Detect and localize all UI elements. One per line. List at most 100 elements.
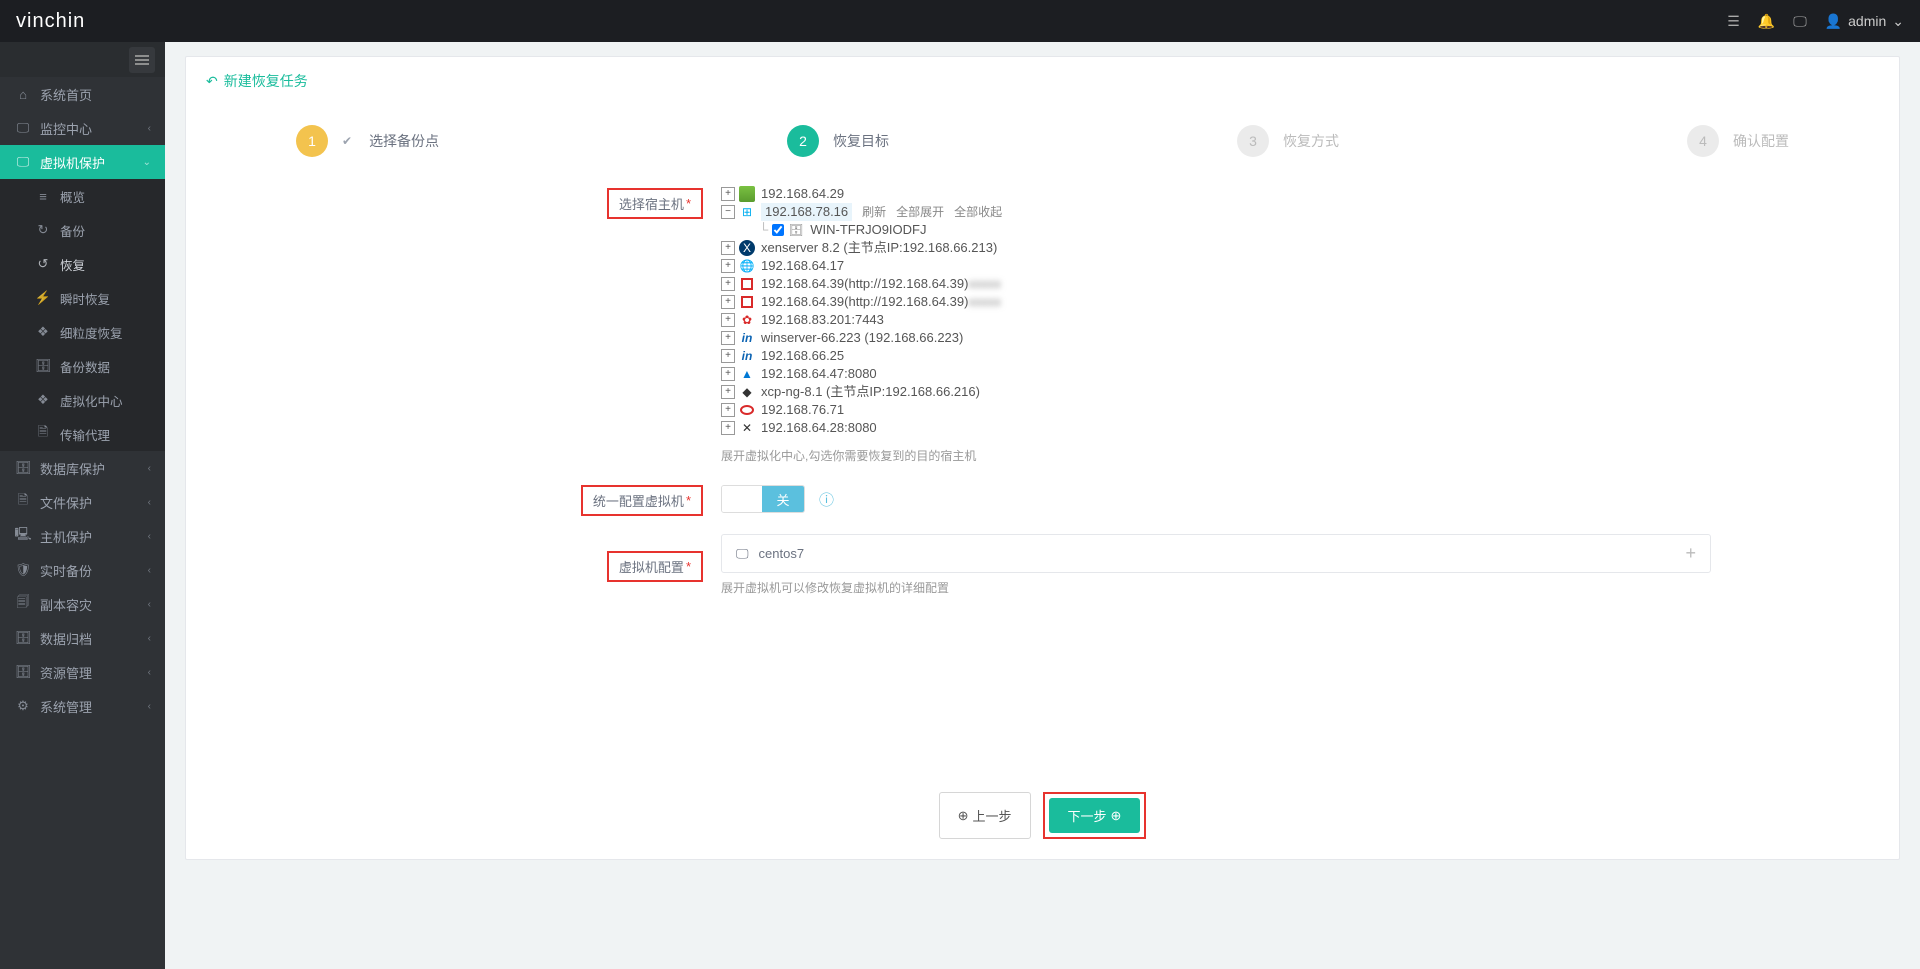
nav-label: 文件保护 — [40, 493, 92, 512]
monitor-icon: 🖵 — [14, 120, 32, 136]
tree-label: 192.168.64.29 — [761, 185, 844, 203]
step-4[interactable]: 4 确认配置 — [1687, 125, 1789, 157]
nav-monitor[interactable]: 🖵 监控中心 ‹ — [0, 111, 165, 145]
nav-vm-protect[interactable]: 🖵 虚拟机保护 ⌄ — [0, 145, 165, 179]
tree-node[interactable]: ✕192.168.64.28:8080 — [721, 419, 1539, 437]
tree-node[interactable]: ◆xcp-ng-8.1 (主节点IP:192.168.66.216) — [721, 383, 1539, 401]
red-icon — [739, 402, 755, 418]
info-icon[interactable]: ⓘ — [819, 489, 834, 510]
chevron-down-icon: ⌄ — [1892, 13, 1904, 30]
helper-text: 展开虚拟化中心,勾选你需要恢复到的目的宿主机 — [721, 447, 1539, 464]
tree-node[interactable]: ✿192.168.83.201:7443 — [721, 311, 1539, 329]
check-icon: ✔ — [342, 134, 352, 148]
tree-node[interactable]: 192.168.64.39(http://192.168.64.39)xxxxx — [721, 293, 1539, 311]
step-number: 2 — [787, 125, 819, 157]
expand-all-link[interactable]: 全部展开 — [896, 203, 944, 221]
nav-replica[interactable]: 🗐副本容灾‹ — [0, 587, 165, 621]
tree-node[interactable]: ▲192.168.64.47:8080 — [721, 365, 1539, 383]
restore-icon: ↺ — [34, 256, 52, 272]
nav-archive[interactable]: 🗄数据归档‹ — [0, 621, 165, 655]
logo-suffix: chin — [45, 10, 86, 32]
expand-icon[interactable] — [721, 331, 735, 345]
nav-label: 备份数据 — [60, 357, 110, 376]
expand-icon[interactable] — [721, 421, 735, 435]
collapse-all-link[interactable]: 全部收起 — [954, 203, 1002, 221]
nav-sub-agent[interactable]: 🗎 传输代理 — [0, 417, 165, 451]
expand-icon[interactable] — [721, 259, 735, 273]
expand-icon[interactable] — [721, 205, 735, 219]
agent-icon: 🗎 — [34, 423, 52, 445]
expand-icon[interactable] — [721, 313, 735, 327]
backup-icon: ↻ — [34, 222, 52, 238]
nav-label: 传输代理 — [60, 425, 110, 444]
nav-host-protect[interactable]: 🖳主机保护‹ — [0, 519, 165, 553]
sidebar: ⌂ 系统首页 🖵 监控中心 ‹ 🖵 虚拟机保护 ⌄ ≡概览 ↻ 备份 ↺恢复 ⚡瞬… — [0, 42, 165, 969]
chevron-left-icon: ‹ — [148, 497, 151, 508]
prev-button[interactable]: ⊕ 上一步 — [939, 792, 1031, 839]
label-unified: 统一配置虚拟机* — [581, 485, 703, 516]
label-text: 选择宿主机 — [619, 194, 684, 213]
chevron-left-icon: ‹ — [148, 531, 151, 542]
plus-icon[interactable]: + — [1685, 543, 1696, 564]
nav-label: 虚拟机保护 — [40, 153, 105, 172]
nav-label: 备份 — [60, 221, 85, 240]
nav-sub-restore[interactable]: ↺恢复 — [0, 247, 165, 281]
expand-icon[interactable] — [721, 367, 735, 381]
expand-icon[interactable] — [721, 349, 735, 363]
gear-icon: ⚙ — [14, 698, 32, 714]
expand-icon[interactable] — [721, 277, 735, 291]
tree-child-node[interactable]: └🗄WIN-TFRJO9IODFJ — [759, 221, 1539, 239]
chevron-left-icon: ‹ — [148, 701, 151, 712]
nav-system[interactable]: ⚙系统管理‹ — [0, 689, 165, 723]
nav-sub-data[interactable]: 🗄备份数据 — [0, 349, 165, 383]
expand-icon[interactable] — [721, 295, 735, 309]
user-menu[interactable]: 👤 admin ⌄ — [1825, 13, 1904, 30]
vm-config-row[interactable]: 🖵 centos7 + — [721, 534, 1711, 573]
step-number: 3 — [1237, 125, 1269, 157]
step-2[interactable]: 2 恢复目标 — [787, 125, 889, 157]
azure-icon: ▲ — [739, 366, 755, 382]
x-icon: ✕ — [739, 420, 755, 436]
virtcenter-icon: ❖ — [34, 392, 52, 408]
hamburger-icon — [135, 55, 149, 65]
nav-home[interactable]: ⌂ 系统首页 — [0, 77, 165, 111]
tree-node[interactable]: in192.168.66.25 — [721, 347, 1539, 365]
nav-sub-vm: ≡概览 ↻ 备份 ↺恢复 ⚡瞬时恢复 ❖细粒度恢复 🗄备份数据 ❖虚拟化中心 🗎 传… — [0, 179, 165, 451]
logo-prefix: vin — [16, 10, 45, 32]
expand-icon[interactable] — [721, 241, 735, 255]
nav-db-protect[interactable]: 🗄数据库保护‹ — [0, 451, 165, 485]
tree-node[interactable]: 192.168.64.39(http://192.168.64.39)xxxxx — [721, 275, 1539, 293]
bell-icon[interactable]: 🔔 — [1758, 13, 1775, 30]
row-select-host: 选择宿主机* 192.168.64.29⊞192.168.78.16刷新全部展开… — [186, 185, 1899, 464]
tree-node[interactable]: ⊞192.168.78.16刷新全部展开全部收起 — [721, 203, 1539, 221]
tree-node[interactable]: inwinserver-66.223 (192.168.66.223) — [721, 329, 1539, 347]
nav-resource[interactable]: 🗄资源管理‹ — [0, 655, 165, 689]
instant-icon: ⚡ — [34, 290, 52, 306]
nav-sub-instant[interactable]: ⚡瞬时恢复 — [0, 281, 165, 315]
sidebar-toggle-row — [0, 42, 165, 77]
switch-label: 关 — [762, 486, 804, 512]
nav-file-protect[interactable]: 🗎文件保护‹ — [0, 485, 165, 519]
refresh-link[interactable]: 刷新 — [862, 203, 886, 221]
nav-sub-overview[interactable]: ≡概览 — [0, 179, 165, 213]
expand-icon[interactable] — [721, 385, 735, 399]
monitor-icon[interactable]: 🖵 — [1793, 13, 1807, 30]
nav-sub-granular[interactable]: ❖细粒度恢复 — [0, 315, 165, 349]
expand-icon[interactable] — [721, 403, 735, 417]
step-3[interactable]: 3 恢复方式 — [1237, 125, 1339, 157]
list-icon[interactable]: ☰ — [1727, 13, 1740, 30]
tree-node[interactable]: 192.168.64.29 — [721, 185, 1539, 203]
tree-node[interactable]: Xxenserver 8.2 (主节点IP:192.168.66.213) — [721, 239, 1539, 257]
sidebar-toggle-button[interactable] — [129, 47, 155, 73]
nav-sub-virtcenter[interactable]: ❖虚拟化中心 — [0, 383, 165, 417]
nav-sub-backup[interactable]: ↻ 备份 — [0, 213, 165, 247]
host-checkbox[interactable] — [772, 224, 784, 236]
step-1[interactable]: 1 ✔ 选择备份点 — [296, 125, 439, 157]
wizard-footer: ⊕ 上一步 下一步 ⊕ — [186, 792, 1899, 859]
tree-node[interactable]: 192.168.76.71 — [721, 401, 1539, 419]
nav-realtime[interactable]: 🛡实时备份‹ — [0, 553, 165, 587]
unified-switch[interactable]: 关 — [721, 485, 805, 513]
tree-node[interactable]: 🌐192.168.64.17 — [721, 257, 1539, 275]
next-button[interactable]: 下一步 ⊕ — [1049, 798, 1141, 833]
expand-icon[interactable] — [721, 187, 735, 201]
